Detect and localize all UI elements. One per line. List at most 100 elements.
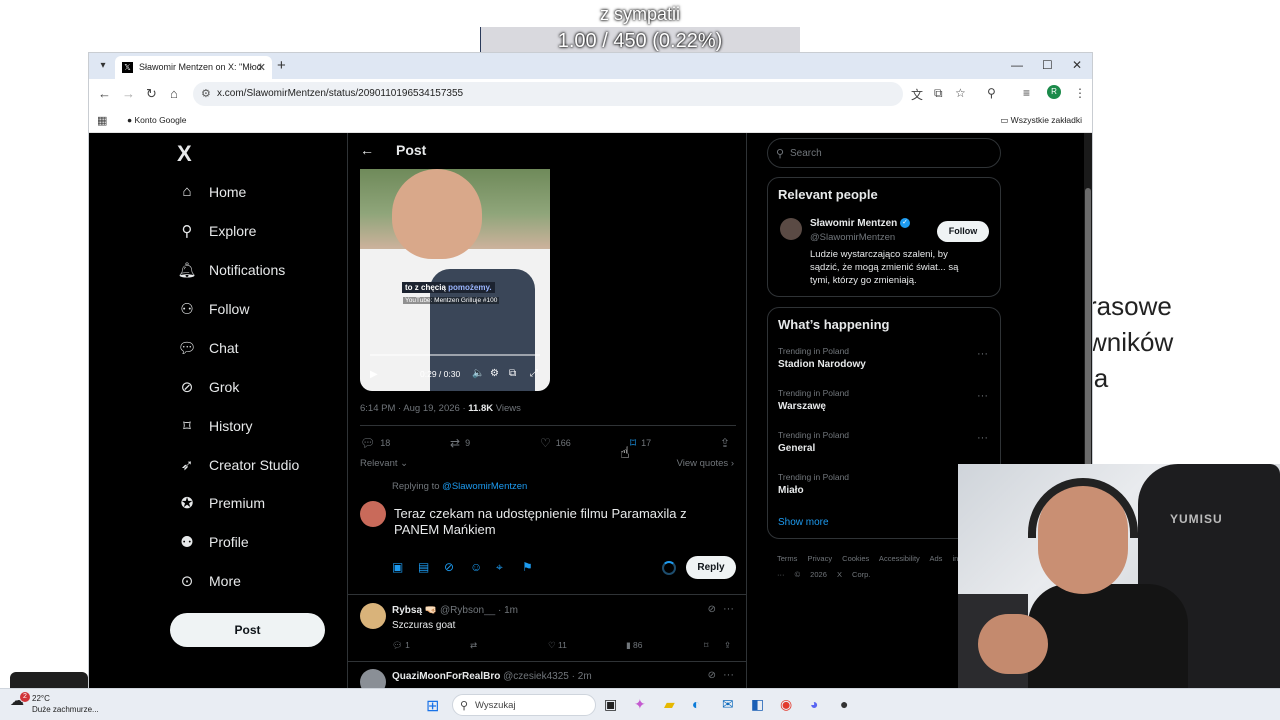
trend-item[interactable]: Trending in Poland Miało [778,472,849,496]
reply-bookmark-icon[interactable]: ⌑ [704,640,708,651]
reply-views-action[interactable]: ▮ 86 [626,640,643,651]
nav-item-more[interactable]: ⊙ More [177,572,241,590]
grok-icon[interactable]: ⊘ [708,670,716,681]
replying-handle[interactable]: @SlawomirMentzen [442,481,527,492]
show-more-link[interactable]: Show more [778,517,829,528]
weather-widget[interactable]: ☁ 2 22°C Duże zachmurze... [10,692,99,715]
nav-item-profile[interactable]: ⚉ Profile [177,533,248,551]
taskbar-search[interactable]: ⚲ Wyszukaj [452,694,596,716]
back-icon[interactable]: ← [98,86,111,101]
profile-avatar[interactable]: R [1047,85,1061,99]
more-options-icon[interactable]: ··· [977,432,988,444]
person-name[interactable]: Sławomir Mentzen ✓ [810,218,911,229]
more-options-icon[interactable]: ··· [977,390,988,402]
nav-item-home[interactable]: ⌂ Home [177,183,246,200]
repost-action[interactable]: ⇄ 9 [450,436,470,450]
nav-item-label: Chat [209,340,239,356]
file-explorer-icon[interactable]: ▰ [664,696,675,713]
pip-icon[interactable]: ⧉ [509,368,516,379]
location-icon[interactable]: ⌖ [496,560,503,575]
video-player[interactable]: to z chęcią pomożemy. YouTube: Mentzen G… [360,169,550,391]
chair-brand: YUMISU [1170,512,1223,526]
star-icon[interactable]: ☆ [955,86,966,100]
scrollbar-thumb[interactable] [1085,188,1091,478]
x-logo-icon[interactable]: X [177,141,192,167]
chrome-icon[interactable]: ◉ [780,696,792,713]
reply-share-icon[interactable]: ⇪ [724,640,731,651]
reply-like-action[interactable]: ♡ 11 [548,640,567,651]
outlook-icon[interactable]: ✉ [722,696,734,713]
post-meta: 6:14 PM · Aug 19, 2026 · 11.8K Views [360,403,521,414]
nav-item-explore[interactable]: ⚲ Explore [177,222,257,240]
nav-item-history[interactable]: ⌑ History [177,417,252,435]
reply-repost-action[interactable]: ⇄ [470,640,477,651]
windows-start-icon[interactable]: ⊞ [426,696,439,716]
maximize-icon[interactable]: ☐ [1042,58,1053,72]
install-app-icon[interactable]: ⧉ [934,86,943,101]
share-action[interactable]: ⇪ [720,436,735,450]
video-progress-bar[interactable] [370,354,540,356]
sort-relevant-dropdown[interactable]: Relevant ⌄ [360,458,408,469]
discord-icon[interactable]: ◕ [810,696,818,712]
gif-icon[interactable]: ▤ [418,560,429,574]
more-options-icon[interactable]: ··· [723,669,734,681]
nav-item-chat[interactable]: 💬︎ Chat [177,339,239,357]
volume-icon[interactable]: 🔈 [472,368,484,379]
view-quotes-link[interactable]: View quotes › [677,458,734,469]
store-icon[interactable]: ◧ [751,696,764,713]
trend-item[interactable]: Trending in Poland Warszawę [778,388,849,412]
window-close-icon[interactable]: ✕ [1072,58,1082,72]
snip-toolbar[interactable] [10,672,88,688]
extensions-icon[interactable]: ⚲ [987,86,996,100]
app-icon[interactable]: ● [840,696,848,712]
flag-icon[interactable]: ⚑ [522,560,533,574]
media-icon[interactable]: ▣ [392,560,403,574]
reading-list-icon[interactable]: ≡ [1023,86,1030,100]
all-bookmarks[interactable]: ▭ Wszystkie zakładki [1000,115,1082,126]
bookmark-action[interactable]: ⌑ 17 [630,436,651,450]
translate-icon[interactable]: 文 [911,86,923,103]
apps-grid-icon[interactable]: ▦ [97,114,107,127]
settings-icon[interactable]: ⚙ [490,368,499,379]
like-action[interactable]: ♡ 166 [540,436,571,450]
nav-item-creator-studio[interactable]: ➶ Creator Studio [177,456,300,474]
reply-action[interactable]: 💬︎ 18 [360,436,390,450]
home-browser-icon[interactable]: ⌂ [170,86,178,101]
tab-close-icon[interactable]: ✕ [257,61,266,74]
site-info-icon[interactable]: ⚙ [201,87,211,100]
minimize-icon[interactable]: — [1011,58,1023,72]
fullscreen-icon[interactable]: ⤢ [530,368,538,379]
avatar[interactable] [780,218,802,240]
grok-icon[interactable]: ⊘ [708,604,716,615]
more-options-icon[interactable]: ··· [977,348,988,360]
browser-menu-icon[interactable]: ⋮ [1074,86,1086,100]
weather-temp: 22°C [32,694,50,703]
edge-icon[interactable]: ◐ [692,696,700,712]
trend-item[interactable]: Trending in Poland General [778,430,849,454]
reply-button[interactable]: Reply [686,556,736,579]
nav-item-follow[interactable]: ⚇ Follow [177,300,249,318]
more-options-icon[interactable]: ··· [723,603,734,615]
copilot-icon[interactable]: ✦ [634,696,646,713]
search-input[interactable]: ⚲ Search [767,138,1001,168]
reply-composer-input[interactable]: Teraz czekam na udostępnienie filmu Para… [394,506,724,538]
grok-compose-icon[interactable]: ⊘ [444,560,454,574]
emoji-icon[interactable]: ☺ [470,560,482,574]
back-arrow-icon[interactable]: ← [360,142,374,158]
bookmark-google-account[interactable]: ● Konto Google [127,115,186,125]
forward-icon[interactable]: → [122,86,135,101]
follow-button[interactable]: Follow [937,221,989,242]
new-tab-icon[interactable]: + [277,57,286,74]
play-icon[interactable]: ▶ [370,369,378,380]
task-view-icon[interactable]: ▣ [604,696,617,713]
nav-item-premium[interactable]: ✪ Premium [177,494,265,512]
trend-item[interactable]: Trending in Poland Stadion Narodowy [778,346,866,370]
tab-search-dropdown-icon[interactable]: ▾ [95,58,111,74]
reply-reply-action[interactable]: 💬︎ 1 [392,640,410,651]
active-tab[interactable]: 𝕏 Sławomir Mentzen on X: "Młod ✕ [115,56,272,79]
nav-item-grok[interactable]: ⊘ Grok [177,378,240,396]
post-button[interactable]: Post [170,613,325,647]
url-field[interactable]: ⚙ x.com/SlawomirMentzen/status/209011019… [193,82,903,106]
nav-item-notifications[interactable]: 🔔︎ Notifications [177,261,285,279]
reload-icon[interactable]: ↻ [146,86,157,102]
